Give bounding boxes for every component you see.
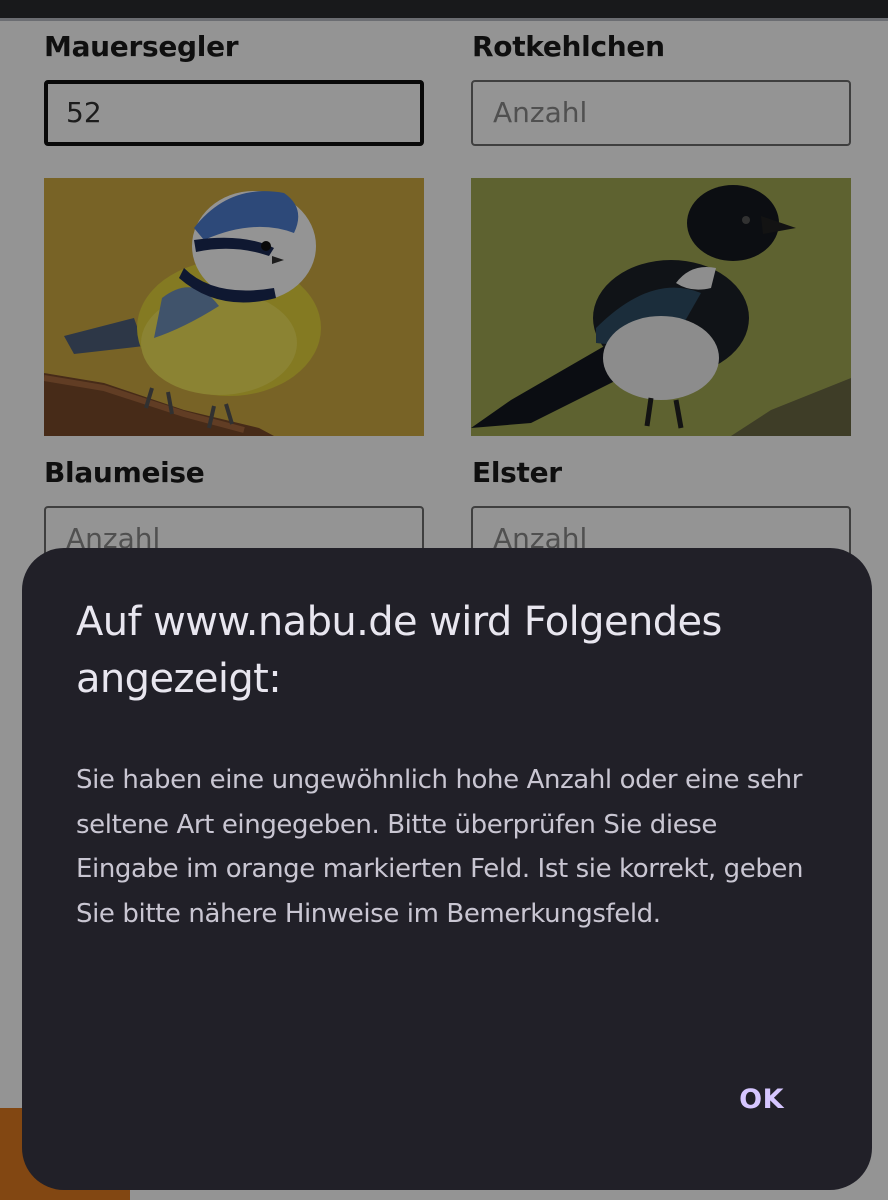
alert-dialog: Auf www.nabu.de wird Folgendes angezeigt… (22, 548, 872, 1190)
dialog-title: Auf www.nabu.de wird Folgendes angezeigt… (76, 599, 722, 702)
ok-button[interactable]: OK (729, 1078, 794, 1121)
dialog-message: Sie haben eine ungewöhnlich hohe Anzahl … (76, 765, 804, 929)
